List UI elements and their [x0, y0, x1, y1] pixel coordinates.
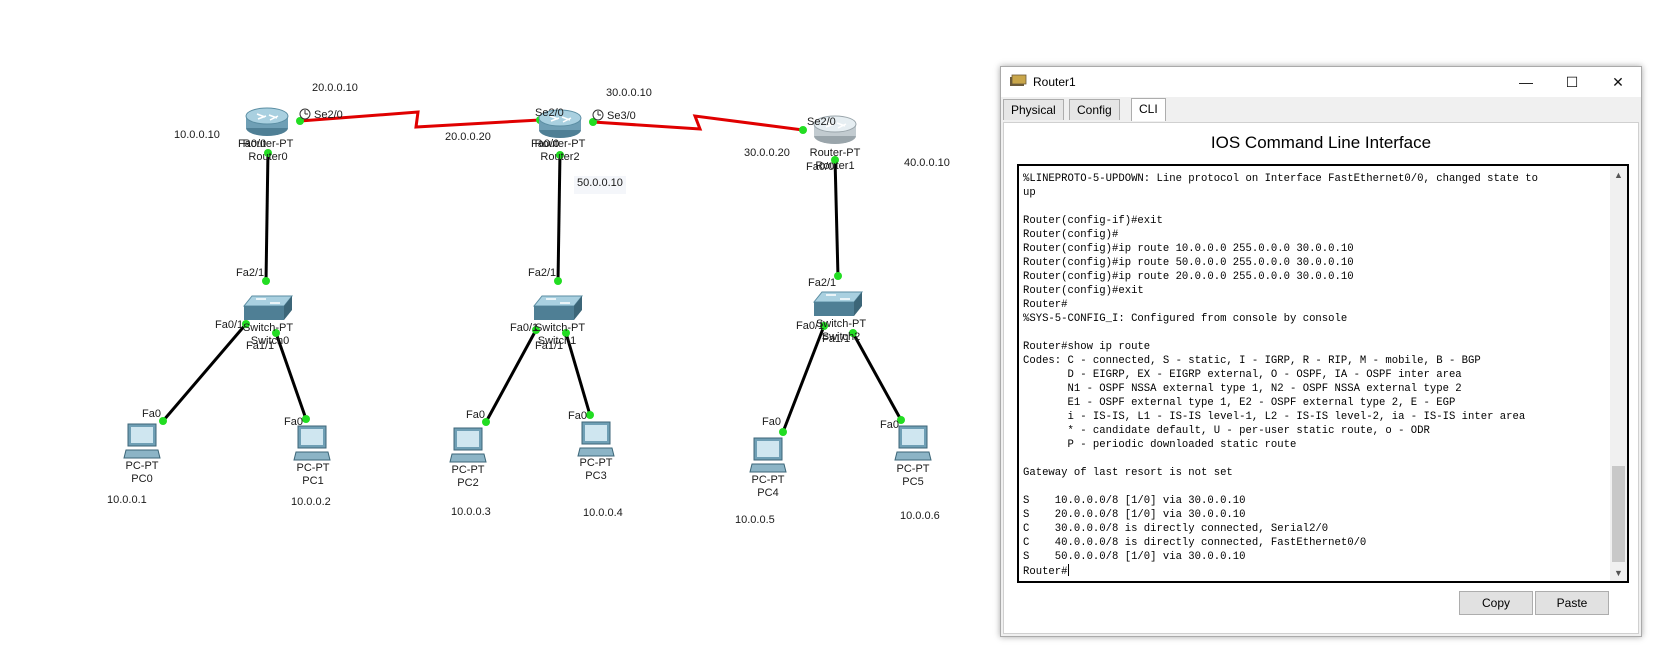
cli-console[interactable]: %LINEPROTO-5-UPDOWN: Line protocol on In…: [1017, 164, 1629, 583]
device-type: Router-PT: [242, 138, 294, 150]
close-button[interactable]: ✕: [1595, 67, 1641, 97]
port-label: Fa0: [880, 419, 899, 431]
device-name: Router0: [248, 151, 288, 163]
cli-heading: IOS Command Line Interface: [1210, 133, 1432, 152]
scroll-down-icon[interactable]: ▼: [1610, 564, 1627, 581]
device-name: PC3: [585, 470, 607, 482]
link-router2-switch2: [556, 151, 562, 283]
port-label: Fa0/1: [510, 322, 539, 334]
ip-note: 30.0.0.20: [744, 147, 790, 159]
cli-panel: IOS Command Line Interface %LINEPROTO-5-…: [1003, 122, 1639, 634]
ip-note: 30.0.0.10: [606, 87, 652, 99]
router-app-icon: [1010, 74, 1027, 86]
ip-note: 20.0.0.20: [445, 131, 491, 143]
device-type: Router-PT: [534, 138, 586, 150]
device-name: Switch0: [250, 335, 290, 347]
port-label: Se2/0: [535, 107, 564, 119]
tab-config[interactable]: Config: [1069, 99, 1120, 120]
pc0-icon[interactable]: [122, 422, 162, 462]
device-name: PC4: [757, 487, 779, 499]
port-label: Se3/0: [607, 110, 636, 122]
device-type: Switch-PT: [815, 318, 867, 330]
ip-label: 10.0.0.1: [107, 494, 147, 506]
pc1-icon[interactable]: [292, 424, 332, 464]
copy-button[interactable]: Copy: [1459, 591, 1533, 615]
device-type: Switch-PT: [534, 322, 586, 334]
port-label: Se2/0: [314, 109, 343, 121]
device-type: PC-PT: [296, 462, 330, 474]
port-label: Fa2/1: [808, 277, 837, 289]
device-name: Switch1: [537, 335, 577, 347]
scroll-up-icon[interactable]: ▲: [1610, 166, 1627, 183]
link-switch1-pc5: [851, 332, 903, 421]
console-text: %LINEPROTO-5-UPDOWN: Line protocol on In…: [1023, 173, 1538, 578]
device-name: PC0: [131, 473, 153, 485]
port-label: Fa2/1: [528, 267, 557, 279]
ip-label: 10.0.0.2: [291, 496, 331, 508]
ip-note: 50.0.0.10: [574, 176, 626, 194]
link-router1-switch1: [833, 157, 840, 278]
minimize-button[interactable]: —: [1503, 67, 1549, 97]
console-output[interactable]: %LINEPROTO-5-UPDOWN: Line protocol on In…: [1023, 172, 1603, 579]
router1-window[interactable]: Router1 — ☐ ✕ Physical Config CLI IOS Co…: [1000, 66, 1642, 637]
link-switch0-pc0: [161, 323, 248, 422]
tab-physical[interactable]: Physical: [1003, 99, 1064, 120]
switch1-icon[interactable]: [812, 290, 864, 318]
device-type: PC-PT: [896, 463, 930, 475]
device-type: Router-PT: [809, 147, 861, 159]
device-type: PC-PT: [579, 457, 613, 469]
port-label: Se2/0: [807, 116, 836, 128]
ip-label: 10.0.0.3: [451, 506, 491, 518]
device-name: PC2: [457, 477, 479, 489]
tab-cli[interactable]: CLI: [1131, 98, 1166, 121]
link-router0-switch0: [264, 149, 270, 283]
pc4-icon[interactable]: [748, 436, 788, 476]
device-name: Router1: [815, 160, 855, 172]
ip-note: 10.0.0.10: [174, 129, 220, 141]
clock-icon: [592, 109, 604, 121]
ip-note: 20.0.0.10: [312, 82, 358, 94]
router0-icon[interactable]: [244, 104, 290, 138]
port-label: Fa0/1: [215, 319, 244, 331]
ip-label: 10.0.0.4: [583, 507, 623, 519]
maximize-button[interactable]: ☐: [1549, 67, 1595, 97]
ip-note: 40.0.0.10: [904, 157, 950, 169]
device-name: PC1: [302, 475, 324, 487]
window-title: Router1: [1033, 75, 1076, 89]
paste-button[interactable]: Paste: [1535, 591, 1609, 615]
device-type: PC-PT: [125, 460, 159, 472]
window-titlebar[interactable]: Router1 — ☐ ✕: [1001, 67, 1641, 97]
text-cursor: [1067, 564, 1069, 576]
console-scrollbar[interactable]: ▲ ▼: [1610, 166, 1627, 581]
device-name: Router2: [540, 151, 580, 163]
ip-label: 10.0.0.5: [735, 514, 775, 526]
port-label: Fa0: [142, 408, 161, 420]
device-type: PC-PT: [451, 464, 485, 476]
device-name: Switch2: [821, 331, 861, 343]
device-type: Switch-PT: [242, 322, 294, 334]
ip-label: 10.0.0.6: [900, 510, 940, 522]
port-label: Fa2/1: [236, 267, 265, 279]
port-label: Fa0: [284, 416, 303, 428]
scroll-thumb[interactable]: [1612, 466, 1625, 562]
device-type: PC-PT: [751, 474, 785, 486]
switch2-icon[interactable]: [532, 294, 584, 322]
pc5-icon[interactable]: [893, 424, 933, 464]
port-label: Fa0: [568, 410, 587, 422]
pc2-icon[interactable]: [448, 426, 488, 466]
link-switch2-pc2: [484, 329, 538, 423]
clock-icon: [299, 108, 311, 120]
link-switch1-pc4: [781, 325, 826, 433]
device-name: PC5: [902, 476, 924, 488]
port-label: Fa0: [466, 409, 485, 421]
switch0-icon[interactable]: [242, 294, 294, 322]
port-label: Fa0: [762, 416, 781, 428]
pc3-icon[interactable]: [576, 420, 616, 460]
